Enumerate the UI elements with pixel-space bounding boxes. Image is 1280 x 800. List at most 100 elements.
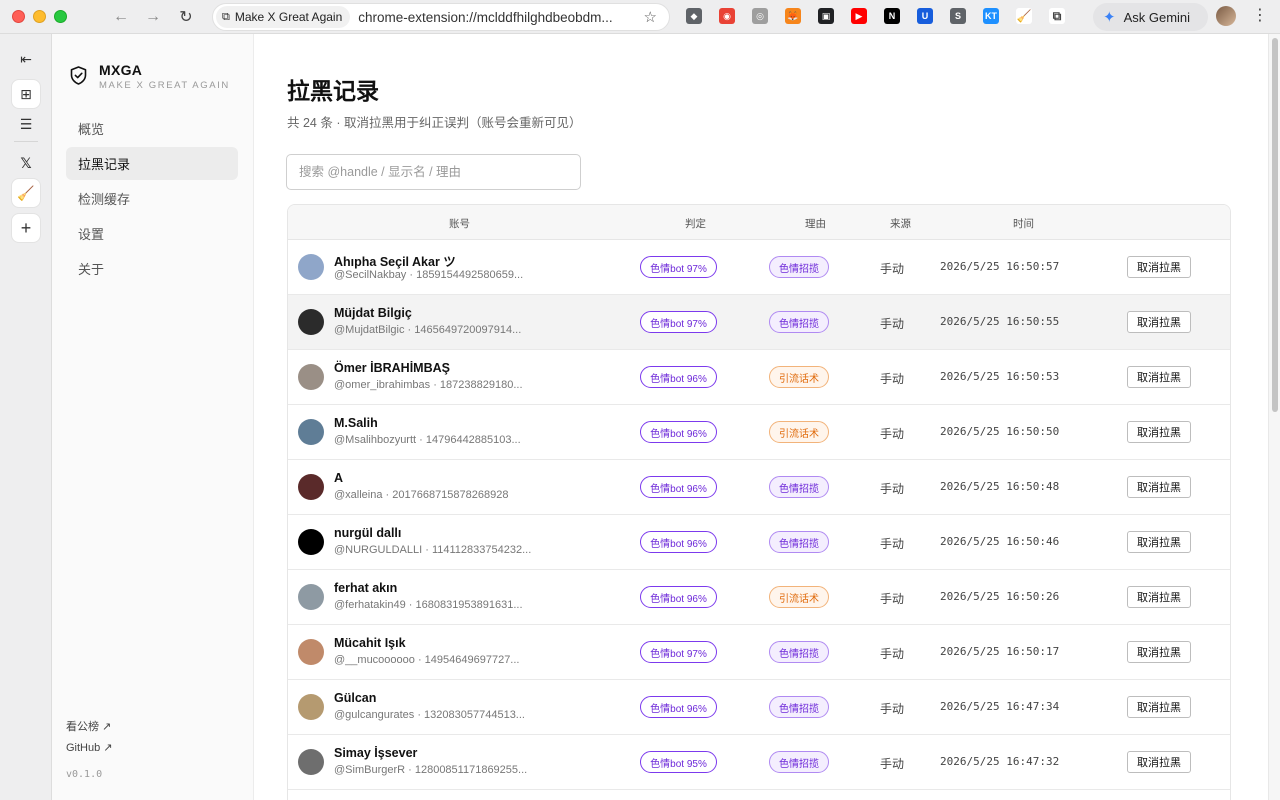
unblock-button[interactable]: 取消拉黑: [1127, 586, 1191, 608]
unblock-button[interactable]: 取消拉黑: [1127, 476, 1191, 498]
minimize-window-button[interactable]: [33, 10, 46, 23]
bitwarden-ext-icon[interactable]: U: [917, 8, 933, 24]
close-window-button[interactable]: [12, 10, 25, 23]
x-app-icon[interactable]: 𝕏: [11, 148, 41, 178]
sidebar-item-about[interactable]: 关于: [66, 252, 238, 285]
unblock-button[interactable]: 取消拉黑: [1127, 366, 1191, 388]
url-text[interactable]: chrome-extension://mclddfhilghdbeobdm...: [358, 10, 630, 25]
sidebar-item-label: 关于: [78, 262, 105, 277]
account-name[interactable]: Ömer İBRAHİMBAŞ: [334, 361, 450, 375]
browser-toolbar: ← → ↻ ⧉ Make X Great Again chrome-extens…: [0, 0, 1280, 34]
unblock-button[interactable]: 取消拉黑: [1127, 531, 1191, 553]
unblock-button[interactable]: 取消拉黑: [1127, 256, 1191, 278]
panel-ext-icon[interactable]: ▣: [818, 8, 834, 24]
github-link[interactable]: GitHub ↗: [66, 738, 113, 759]
sidebar-item-overview[interactable]: 概览: [66, 112, 238, 145]
more-menu-icon[interactable]: ⋮: [1252, 6, 1268, 26]
back-arrow-icon[interactable]: ←: [109, 5, 133, 29]
account-name[interactable]: A: [334, 471, 343, 485]
source-label: 手动: [880, 592, 905, 606]
collapse-panel-icon[interactable]: ⇤: [11, 44, 41, 74]
leaderboard-link[interactable]: 看公榜 ↗: [66, 717, 113, 738]
avatar[interactable]: [298, 364, 324, 390]
account-name[interactable]: Ahıpha Seçil Akar ツ: [334, 251, 456, 270]
reason-badge: 色情招揽: [769, 696, 829, 718]
reason-badge: 色情招揽: [769, 476, 829, 498]
search-input[interactable]: [286, 154, 581, 190]
account-name[interactable]: ferhat akın: [334, 581, 397, 595]
avatar[interactable]: [298, 309, 324, 335]
kt-ext-icon[interactable]: KT: [983, 8, 999, 24]
reason-badge: 引流话术: [769, 366, 829, 388]
verdict-badge: 色情bot 97%: [640, 256, 717, 278]
avatar[interactable]: [298, 419, 324, 445]
bookmark-star-icon[interactable]: ☆: [644, 8, 657, 26]
mxga-app-icon[interactable]: 🧹: [11, 178, 41, 208]
verdict-badge: 色情bot 96%: [640, 531, 717, 553]
unblock-button[interactable]: 取消拉黑: [1127, 751, 1191, 773]
table-row: Mücahit Işık @__mucoooooo · 1495464969772…: [288, 625, 1230, 680]
unblock-button[interactable]: 取消拉黑: [1127, 421, 1191, 443]
notion-ext-icon[interactable]: N: [884, 8, 900, 24]
avatar[interactable]: [298, 529, 324, 555]
timestamp: 2026/5/25 16:50:26: [940, 590, 1060, 603]
profile-avatar[interactable]: [1216, 6, 1236, 26]
account-name[interactable]: Simay İşsever: [334, 746, 417, 760]
unblock-button[interactable]: 取消拉黑: [1127, 311, 1191, 333]
s-ext-icon[interactable]: S: [950, 8, 966, 24]
forward-arrow-icon[interactable]: →: [141, 5, 165, 29]
scrollbar-thumb[interactable]: [1272, 38, 1278, 412]
avatar[interactable]: [298, 749, 324, 775]
avatar[interactable]: [298, 639, 324, 665]
search-list-icon[interactable]: ☰: [11, 109, 41, 139]
site-chip[interactable]: ⧉ Make X Great Again: [216, 6, 351, 28]
page-scrollbar[interactable]: [1268, 34, 1280, 800]
sidebar-nav: 概览 拉黑记录 检测缓存 设置 关于: [66, 112, 238, 287]
source-label: 手动: [880, 262, 905, 276]
sidebar-item-label: 拉黑记录: [78, 157, 131, 172]
brand-tagline: MAKE X GREAT AGAIN: [99, 80, 230, 91]
avatar[interactable]: [298, 474, 324, 500]
source-label: 手动: [880, 372, 905, 386]
mxga-ext-icon[interactable]: 🧹: [1016, 8, 1032, 24]
puzzle-ext-icon[interactable]: ⧉: [1049, 8, 1065, 24]
youtube-ext-icon[interactable]: ▶: [851, 8, 867, 24]
fox-ext-icon[interactable]: 🦊: [785, 8, 801, 24]
column-header-source: 来源: [890, 218, 911, 230]
zoom-window-button[interactable]: [54, 10, 67, 23]
sidebar-item-block-log[interactable]: 拉黑记录: [66, 147, 238, 180]
address-bar[interactable]: ⧉ Make X Great Again chrome-extension://…: [212, 3, 670, 31]
table-row: Müjdat Bilgiç @MujdatBilgic · 14656497200…: [288, 295, 1230, 350]
timestamp: 2026/5/25 16:50:57: [940, 260, 1060, 273]
sidebar-item-settings[interactable]: 设置: [66, 217, 238, 250]
table-row: ferhat akın @ferhatakin49 · 1680831953891…: [288, 570, 1230, 625]
account-name[interactable]: Mücahit Işık: [334, 636, 406, 650]
sidebar-item-detection-cache[interactable]: 检测缓存: [66, 182, 238, 215]
account-name[interactable]: M.Salih: [334, 416, 378, 430]
sidebar-item-label: 检测缓存: [78, 192, 131, 207]
verdict-badge: 色情bot 97%: [640, 311, 717, 333]
reload-icon[interactable]: ↻: [174, 5, 198, 29]
unblock-button[interactable]: 取消拉黑: [1127, 696, 1191, 718]
add-app-icon[interactable]: +: [11, 213, 41, 243]
ask-gemini-button[interactable]: ✦ Ask Gemini: [1093, 3, 1208, 31]
avatar[interactable]: [298, 694, 324, 720]
source-label: 手动: [880, 647, 905, 661]
avatar[interactable]: [298, 254, 324, 280]
account-handle: @NURGULDALLI · 114112833754232...: [334, 544, 532, 556]
account-name[interactable]: Gülcan: [334, 691, 376, 705]
account-name[interactable]: nurgül dallı: [334, 526, 401, 540]
circle-ext-icon[interactable]: ◎: [752, 8, 768, 24]
account-name[interactable]: Müjdat Bilgiç: [334, 306, 412, 320]
unblock-button[interactable]: 取消拉黑: [1127, 641, 1191, 663]
column-header-reason: 理由: [805, 218, 826, 230]
avatar[interactable]: [298, 584, 324, 610]
shield-ext-icon[interactable]: ◆: [686, 8, 702, 24]
column-header-time: 时间: [1013, 218, 1034, 230]
colorwheel-ext-icon[interactable]: ◉: [719, 8, 735, 24]
verdict-badge: 色情bot 96%: [640, 476, 717, 498]
timestamp: 2026/5/25 16:50:46: [940, 535, 1060, 548]
source-label: 手动: [880, 702, 905, 716]
grid-apps-icon[interactable]: ⊞: [11, 79, 41, 109]
version-label: v0.1.0: [66, 769, 103, 780]
